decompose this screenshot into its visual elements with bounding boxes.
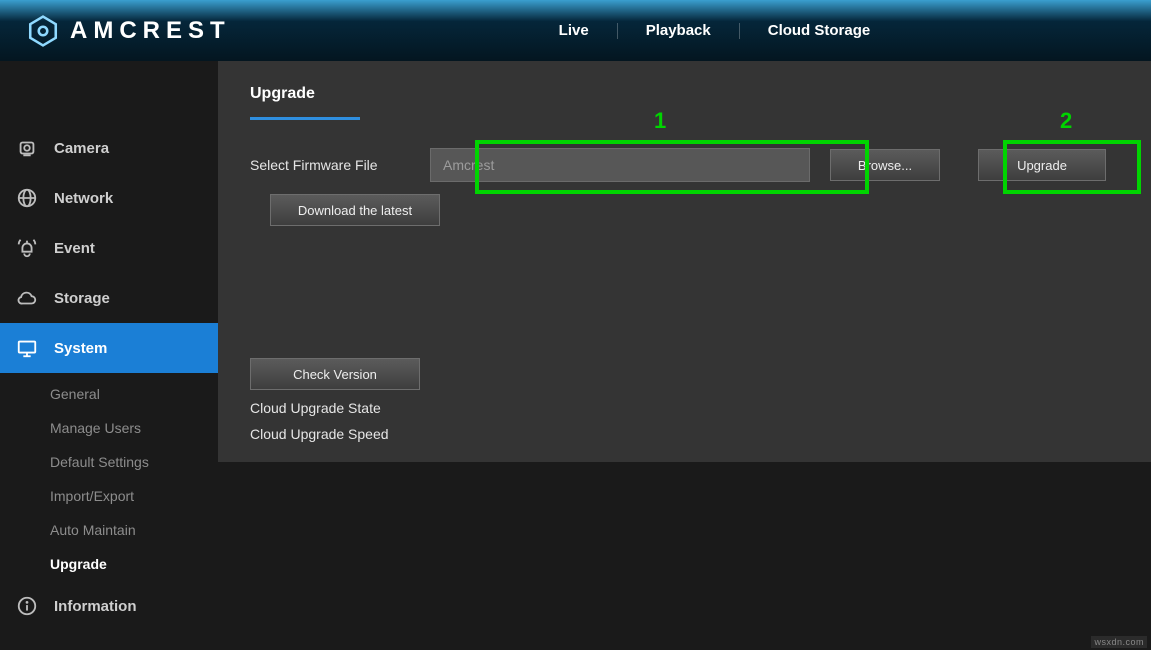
submenu-import-export[interactable]: Import/Export	[50, 479, 218, 513]
browse-button[interactable]: Browse...	[830, 149, 940, 181]
system-submenu: General Manage Users Default Settings Im…	[0, 373, 218, 581]
page-title: Upgrade	[250, 85, 1133, 117]
download-row: Download the latest	[250, 194, 1133, 226]
select-firmware-label: Select Firmware File	[250, 157, 410, 173]
title-underline	[250, 117, 360, 120]
sidebar-item-information[interactable]: Information	[0, 581, 218, 631]
hexagon-logo-icon	[26, 14, 60, 48]
sidebar-item-label: Storage	[54, 290, 110, 307]
main-panel: Upgrade Select Firmware File Amcrest Bro…	[218, 61, 1151, 650]
sidebar-item-camera[interactable]: Camera	[0, 123, 218, 173]
sidebar-item-label: Information	[54, 598, 137, 615]
bell-signal-icon	[14, 237, 40, 259]
firmware-file-value: Amcrest	[443, 157, 494, 173]
annotation-label-2: 2	[1060, 108, 1072, 134]
globe-icon	[14, 187, 40, 209]
sidebar-item-label: Event	[54, 240, 95, 257]
submenu-general[interactable]: General	[50, 377, 218, 411]
camera-icon	[14, 137, 40, 159]
cloud-upgrade-state-label: Cloud Upgrade State	[250, 400, 1133, 416]
top-nav: Live Playback Cloud Storage	[531, 23, 899, 39]
sidebar-item-label: Network	[54, 190, 113, 207]
nav-live[interactable]: Live	[531, 23, 617, 39]
submenu-upgrade[interactable]: Upgrade	[50, 547, 218, 581]
monitor-icon	[14, 337, 40, 359]
upgrade-button[interactable]: Upgrade	[978, 149, 1106, 181]
sidebar-item-storage[interactable]: Storage	[0, 273, 218, 323]
check-version-button[interactable]: Check Version	[250, 358, 420, 390]
cloud-icon	[14, 287, 40, 309]
firmware-row: Select Firmware File Amcrest Browse... U…	[250, 148, 1133, 182]
firmware-file-field[interactable]: Amcrest	[430, 148, 810, 182]
info-icon	[14, 595, 40, 617]
sidebar-item-network[interactable]: Network	[0, 173, 218, 223]
nav-playback[interactable]: Playback	[617, 23, 739, 39]
submenu-auto-maintain[interactable]: Auto Maintain	[50, 513, 218, 547]
sidebar-item-event[interactable]: Event	[0, 223, 218, 273]
download-latest-button[interactable]: Download the latest	[270, 194, 440, 226]
sidebar-item-label: System	[54, 340, 107, 357]
app-header: AMCREST Live Playback Cloud Storage	[0, 0, 1151, 61]
sidebar-item-label: Camera	[54, 140, 109, 157]
annotation-label-1: 1	[654, 108, 666, 134]
cloud-upgrade-speed-label: Cloud Upgrade Speed	[250, 426, 1133, 442]
main-lower-background	[218, 462, 1151, 650]
watermark: wsxdn.com	[1091, 636, 1147, 648]
sidebar: Camera Network Event Storage System	[0, 61, 218, 650]
sidebar-item-system[interactable]: System	[0, 323, 218, 373]
brand-name: AMCREST	[70, 17, 231, 45]
submenu-default-settings[interactable]: Default Settings	[50, 445, 218, 479]
nav-cloud-storage[interactable]: Cloud Storage	[739, 23, 899, 39]
submenu-manage-users[interactable]: Manage Users	[50, 411, 218, 445]
brand-logo: AMCREST	[26, 14, 231, 48]
